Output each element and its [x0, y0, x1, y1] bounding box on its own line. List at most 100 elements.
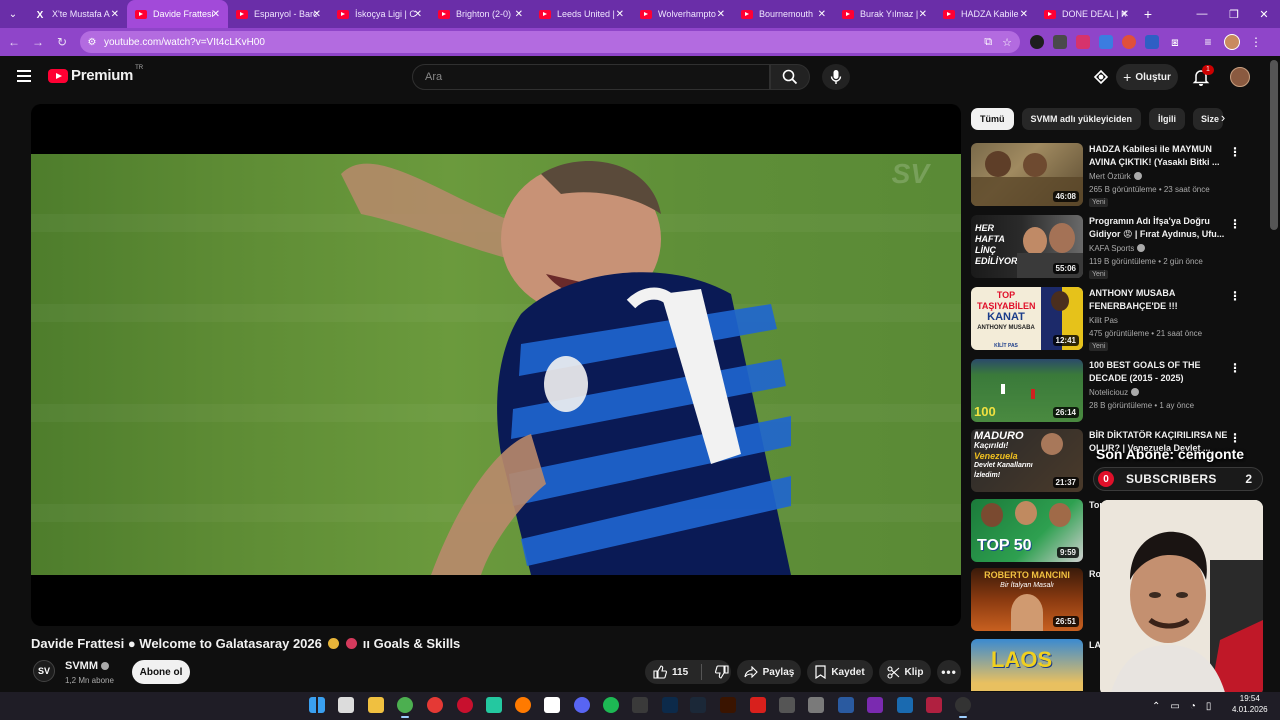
recommendation-item[interactable]: 100 26:14 100 BEST GOALS OF THE DECADE (… — [971, 359, 1271, 423]
new-tab-button[interactable]: + — [1137, 6, 1159, 22]
search-button[interactable] — [770, 64, 810, 90]
install-app-icon[interactable]: ⧉ — [984, 36, 992, 49]
address-bar[interactable]: ⚙ youtube.com/watch?v=VIt4cLKvH00 ⧉ ☆ — [80, 31, 1020, 53]
battery-icon[interactable]: ▯ — [1206, 701, 1212, 712]
file-explorer-icon[interactable] — [368, 697, 384, 713]
recommendation-item[interactable]: TOP TAŞIYABİLEN KANAT ANTHONY MUSABA KİL… — [971, 287, 1271, 351]
close-tab-icon[interactable]: ✕ — [212, 9, 220, 20]
app-icon[interactable] — [867, 697, 883, 713]
page-scrollbar[interactable] — [1270, 60, 1278, 230]
spotify-icon[interactable] — [603, 697, 619, 713]
browser-tab[interactable]: Davide Frattesi ✕ — [127, 0, 228, 28]
channel-name[interactable]: SVMM — [65, 660, 109, 672]
recommendation-item[interactable]: 46:08 HADZA Kabilesi ile MAYMUN AVINA ÇI… — [971, 143, 1271, 207]
browser-tab[interactable]: İskoçya Ligi | C ✕ — [329, 0, 430, 28]
chevron-right-icon[interactable]: › — [1214, 110, 1232, 128]
video-thumbnail[interactable]: 46:08 — [971, 143, 1083, 206]
video-thumbnail[interactable]: 100 26:14 — [971, 359, 1083, 422]
more-vertical-icon[interactable]: ⋮ — [1229, 431, 1241, 445]
subscribe-button[interactable]: Abone ol — [132, 660, 190, 684]
extension-icon[interactable] — [1053, 35, 1067, 49]
extension-icon[interactable] — [1076, 35, 1090, 49]
capture-icon[interactable] — [779, 697, 795, 713]
channel-name[interactable]: Noteliciouz — [1089, 388, 1140, 397]
search-input[interactable]: Ara — [412, 64, 770, 90]
browser-tab[interactable]: Leeds United | ✕ — [531, 0, 632, 28]
chip-all[interactable]: Tümü — [971, 108, 1014, 130]
more-vertical-icon[interactable]: ⋮ — [1229, 217, 1241, 231]
discord-icon[interactable] — [574, 697, 590, 713]
cast-icon[interactable] — [1092, 68, 1110, 86]
close-tab-icon[interactable]: ✕ — [414, 9, 422, 20]
close-tab-icon[interactable]: ✕ — [313, 9, 321, 20]
menu-icon[interactable] — [17, 70, 31, 82]
channel-avatar[interactable]: SV — [33, 660, 55, 682]
browser-tab[interactable]: HADZA Kabile ✕ — [935, 0, 1036, 28]
firefox-icon[interactable] — [515, 697, 531, 713]
browser-tab[interactable]: DONE DEAL | K ✕ — [1036, 0, 1137, 28]
youtube-premium-logo[interactable]: Premium TR — [48, 65, 143, 84]
chrome-icon[interactable] — [397, 697, 413, 713]
extension-icon[interactable] — [1145, 35, 1159, 49]
browser-tab[interactable]: Burak Yılmaz | ✕ — [834, 0, 935, 28]
account-avatar[interactable] — [1230, 67, 1250, 87]
photoshop-icon[interactable] — [662, 697, 678, 713]
browser-tab[interactable]: Espanyol - Barc ✕ — [228, 0, 329, 28]
like-button[interactable]: 115 — [653, 665, 688, 679]
illustrator-icon[interactable] — [720, 697, 736, 713]
browser-tab[interactable]: X X'te Mustafa A ✕ — [26, 0, 127, 28]
settings-icon[interactable] — [808, 697, 824, 713]
browser-menu-icon[interactable]: ⋮ — [1249, 35, 1263, 49]
opera-icon[interactable] — [457, 697, 473, 713]
video-title[interactable]: HADZA Kabilesi ile MAYMUN AVINA ÇIKTIK! … — [1089, 143, 1229, 169]
windows-start-icon[interactable] — [309, 697, 325, 713]
tray-overflow-icon[interactable]: ⌃ — [1152, 701, 1160, 712]
more-vertical-icon[interactable]: ⋮ — [1229, 289, 1241, 303]
browser-tab[interactable]: Wolverhampto ✕ — [632, 0, 733, 28]
task-view-icon[interactable] — [338, 697, 354, 713]
app-icon[interactable] — [632, 697, 648, 713]
close-tab-icon[interactable]: ✕ — [515, 9, 523, 20]
reload-icon[interactable]: ↻ — [50, 28, 74, 56]
video-title[interactable]: Programın Adı İfşa'ya Doğru Gidiyor 😡 | … — [1089, 215, 1229, 241]
video-thumbnail[interactable]: TOP 50 9:59 — [971, 499, 1083, 562]
app-icon[interactable] — [897, 697, 913, 713]
close-tab-icon[interactable]: ✕ — [818, 9, 826, 20]
close-tab-icon[interactable]: ✕ — [616, 9, 624, 20]
app-icon[interactable] — [486, 697, 502, 713]
channel-name[interactable]: KAFA Sports — [1089, 244, 1146, 253]
more-vertical-icon[interactable]: ⋮ — [1229, 145, 1241, 159]
video-player[interactable]: SV — [31, 104, 961, 626]
chip-related[interactable]: İlgili — [1149, 108, 1186, 130]
extension-icon[interactable] — [1099, 35, 1113, 49]
video-thumbnail[interactable]: LAOS — [971, 639, 1083, 691]
extensions-puzzle-icon[interactable]: ⧆ — [1168, 35, 1182, 49]
back-icon[interactable]: ← — [2, 28, 26, 56]
browser-tab[interactable]: Brighton (2-0) ✕ — [430, 0, 531, 28]
network-icon[interactable]: ▭ — [1170, 701, 1179, 712]
tab-search-button[interactable]: ⌄ — [0, 0, 26, 28]
profile-avatar-icon[interactable] — [1224, 34, 1240, 50]
thumbs-down-icon[interactable] — [715, 665, 729, 679]
volume-icon[interactable]: ◔ — [1190, 701, 1196, 712]
close-tab-icon[interactable]: ✕ — [111, 9, 119, 20]
video-title[interactable]: ANTHONY MUSABA FENERBAHÇE'DE !!! — [1089, 287, 1229, 313]
browser-tab[interactable]: Bournemouth ✕ — [733, 0, 834, 28]
close-tab-icon[interactable]: ✕ — [1121, 9, 1129, 20]
voice-search-button[interactable] — [822, 64, 850, 90]
share-button[interactable]: Paylaş — [737, 660, 801, 684]
minimize-button[interactable]: — — [1186, 0, 1218, 28]
save-button[interactable]: Kaydet — [807, 660, 873, 684]
recommendation-item[interactable]: HER HAFTA LİNÇ EDİLİYORUM 55:06 Programı… — [971, 215, 1271, 279]
url-text[interactable]: youtube.com/watch?v=VIt4cLKvH00 — [104, 37, 265, 48]
more-actions-button[interactable]: ••• — [937, 660, 961, 684]
close-tab-icon[interactable]: ✕ — [919, 9, 927, 20]
video-title[interactable]: 100 BEST GOALS OF THE DECADE (2015 - 202… — [1089, 359, 1229, 385]
chrome-profile-icon[interactable] — [427, 697, 443, 713]
channel-name[interactable]: Mert Öztürk — [1089, 172, 1142, 181]
video-thumbnail[interactable]: MADURO Kaçırıldı! Venezuela Devlet Kanal… — [971, 429, 1083, 492]
create-button[interactable]: + Oluştur — [1116, 64, 1178, 90]
channel-name[interactable]: Kilit Pas — [1089, 316, 1118, 325]
taskbar-clock[interactable]: 19:54 4.01.2026 — [1232, 693, 1268, 715]
extension-icon[interactable] — [1030, 35, 1044, 49]
